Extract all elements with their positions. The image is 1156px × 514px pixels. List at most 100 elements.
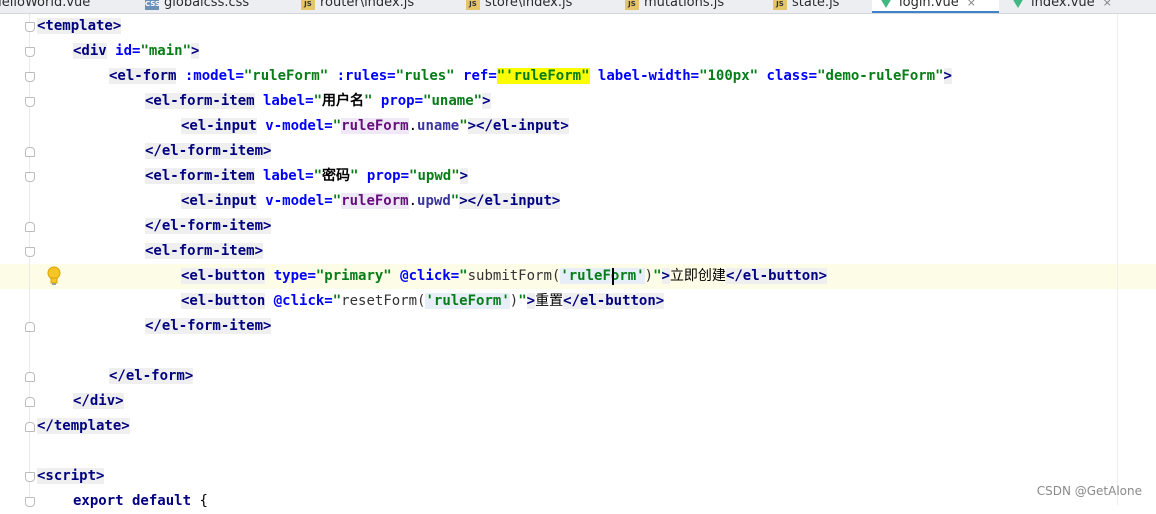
tab-store-index-js[interactable]: JS store\index.js xyxy=(466,0,572,13)
tab-label: index.vue xyxy=(1031,0,1095,10)
tab-label: globalcss.css xyxy=(164,0,250,10)
fold-toggle-icon[interactable] xyxy=(25,147,35,157)
el-form-item-end-tag: </el-form-item> xyxy=(145,143,272,159)
code-line-current[interactable]: <el-button type="primary" @click="submit… xyxy=(181,264,828,289)
tab-router-index-js[interactable]: JS router\index.js xyxy=(301,0,414,13)
fold-toggle-icon[interactable] xyxy=(25,372,35,382)
quote: " xyxy=(459,118,468,134)
tab-helloworld-vue[interactable]: HelloWorld.vue xyxy=(0,0,90,13)
close-tab-icon[interactable]: × xyxy=(1103,0,1112,9)
fold-toggle-icon[interactable] xyxy=(25,497,35,507)
attr-name: label= xyxy=(254,168,314,184)
template-end-tag: </template> xyxy=(37,418,130,434)
active-tab-indicator xyxy=(872,11,999,13)
attr-name: label-width= xyxy=(589,68,700,84)
quote: " xyxy=(332,118,342,134)
code-line[interactable]: <el-button @click="resetForm('ruleForm')… xyxy=(181,289,665,314)
fold-toggle-icon[interactable] xyxy=(25,22,35,32)
code-line[interactable]: export default { xyxy=(73,489,208,514)
quote: " xyxy=(332,293,342,309)
el-input-end-tag: el-input xyxy=(492,118,561,134)
el-form-item-tag: <el-form-item xyxy=(145,168,255,184)
brace: { xyxy=(191,493,208,509)
tag-close: > xyxy=(482,93,491,109)
button-text: 立即创建 xyxy=(669,268,726,284)
fold-toggle-icon[interactable] xyxy=(25,97,35,107)
lightbulb-icon[interactable] xyxy=(46,265,62,287)
js-file-icon: JS xyxy=(773,0,787,10)
code-line[interactable]: <template> xyxy=(37,14,122,39)
function-call: submitForm( xyxy=(467,268,561,284)
tab-label: state.js xyxy=(792,0,840,10)
tag-close: ></ xyxy=(459,193,485,209)
attr-name: :rules= xyxy=(328,68,396,84)
el-button-end-tag: </el-button> xyxy=(725,268,828,284)
code-line[interactable]: </el-form-item> xyxy=(145,139,272,164)
quote: " xyxy=(459,268,468,284)
el-form-tag: <el-form xyxy=(109,68,177,84)
fold-toggle-icon[interactable] xyxy=(25,222,35,232)
tab-globalcss-css[interactable]: CSS globalcss.css xyxy=(145,0,249,13)
text-caret xyxy=(612,268,614,285)
quote: " xyxy=(313,168,323,184)
fold-toggle-icon[interactable] xyxy=(25,47,35,57)
paren: ) xyxy=(644,268,654,284)
tag-close: > xyxy=(661,268,670,284)
js-file-icon: JS xyxy=(625,0,639,10)
js-file-icon: JS xyxy=(301,0,315,10)
code-line[interactable]: <el-form-item> xyxy=(145,239,264,264)
template-open-tag: <template> xyxy=(37,18,122,34)
attr-value: "100px" xyxy=(699,68,759,84)
code-line[interactable]: </el-form-item> xyxy=(145,314,272,339)
fold-toggle-icon[interactable] xyxy=(25,422,35,432)
tab-label: router\index.js xyxy=(320,0,415,10)
property: upwd xyxy=(417,193,451,209)
el-form-end-tag: </el-form> xyxy=(109,368,194,384)
tab-index-vue[interactable]: index.vue × xyxy=(1012,0,1112,13)
attr-value: "demo-ruleForm" xyxy=(817,68,944,84)
code-line[interactable]: </el-form> xyxy=(109,364,194,389)
dot: . xyxy=(408,118,418,134)
tab-label: login.vue xyxy=(899,0,959,10)
el-form-item-tag: <el-form-item xyxy=(145,93,255,109)
code-line[interactable]: <div id="main"> xyxy=(73,39,200,64)
tab-state-js[interactable]: JS state.js xyxy=(773,0,839,13)
code-line[interactable]: <script> xyxy=(37,464,105,489)
close-tab-icon[interactable]: × xyxy=(967,0,976,9)
tab-mutations-js[interactable]: JS mutations.js xyxy=(625,0,724,13)
code-line[interactable]: <el-input v-model="ruleForm.uname"></el-… xyxy=(181,114,569,139)
attr-value: "primary" xyxy=(315,268,392,284)
fold-toggle-icon[interactable] xyxy=(25,322,35,332)
fold-toggle-icon[interactable] xyxy=(25,247,35,257)
js-file-icon: JS xyxy=(466,0,480,10)
code-line[interactable]: </template> xyxy=(37,414,130,439)
div-end-tag: </div> xyxy=(73,393,124,409)
attr-name: v-model= xyxy=(256,118,333,134)
attr-name: v-model= xyxy=(256,193,333,209)
code-line[interactable]: </div> xyxy=(73,389,124,414)
fold-toggle-icon[interactable] xyxy=(25,397,35,407)
attr-name: class= xyxy=(758,68,818,84)
fold-toggle-icon[interactable] xyxy=(25,72,35,82)
attr-value: "ruleForm" xyxy=(243,68,329,84)
code-line[interactable]: <el-form-item label="用户名" prop="uname"> xyxy=(145,89,491,114)
fold-toggle-icon[interactable] xyxy=(25,472,35,482)
tab-label: store\index.js xyxy=(485,0,573,10)
el-form-item-end-tag: </el-form-item> xyxy=(145,318,272,334)
tab-label: HelloWorld.vue xyxy=(0,0,91,10)
code-line[interactable]: <el-input v-model="ruleForm.upwd"></el-i… xyxy=(181,189,561,214)
tag-close: ></ xyxy=(467,118,493,134)
code-line[interactable]: </el-form-item> xyxy=(145,214,272,239)
attr-name: id= xyxy=(106,43,141,59)
code-line[interactable]: <el-form :model="ruleForm" :rules="rules… xyxy=(109,64,952,89)
highlighted-ref-value: "'ruleForm" xyxy=(496,68,590,84)
attr-name: @click= xyxy=(391,268,460,284)
el-form-item-end-tag: </el-form-item> xyxy=(145,218,272,234)
code-line[interactable]: <el-form-item label="密码" prop="upwd"> xyxy=(145,164,469,189)
dot: . xyxy=(408,193,418,209)
attr-value: "rules" xyxy=(395,68,455,84)
fold-toggle-icon[interactable] xyxy=(25,172,35,182)
tag-close: > xyxy=(526,293,536,309)
quote: " xyxy=(518,293,527,309)
el-button-end-tag: </el-button> xyxy=(563,293,665,309)
